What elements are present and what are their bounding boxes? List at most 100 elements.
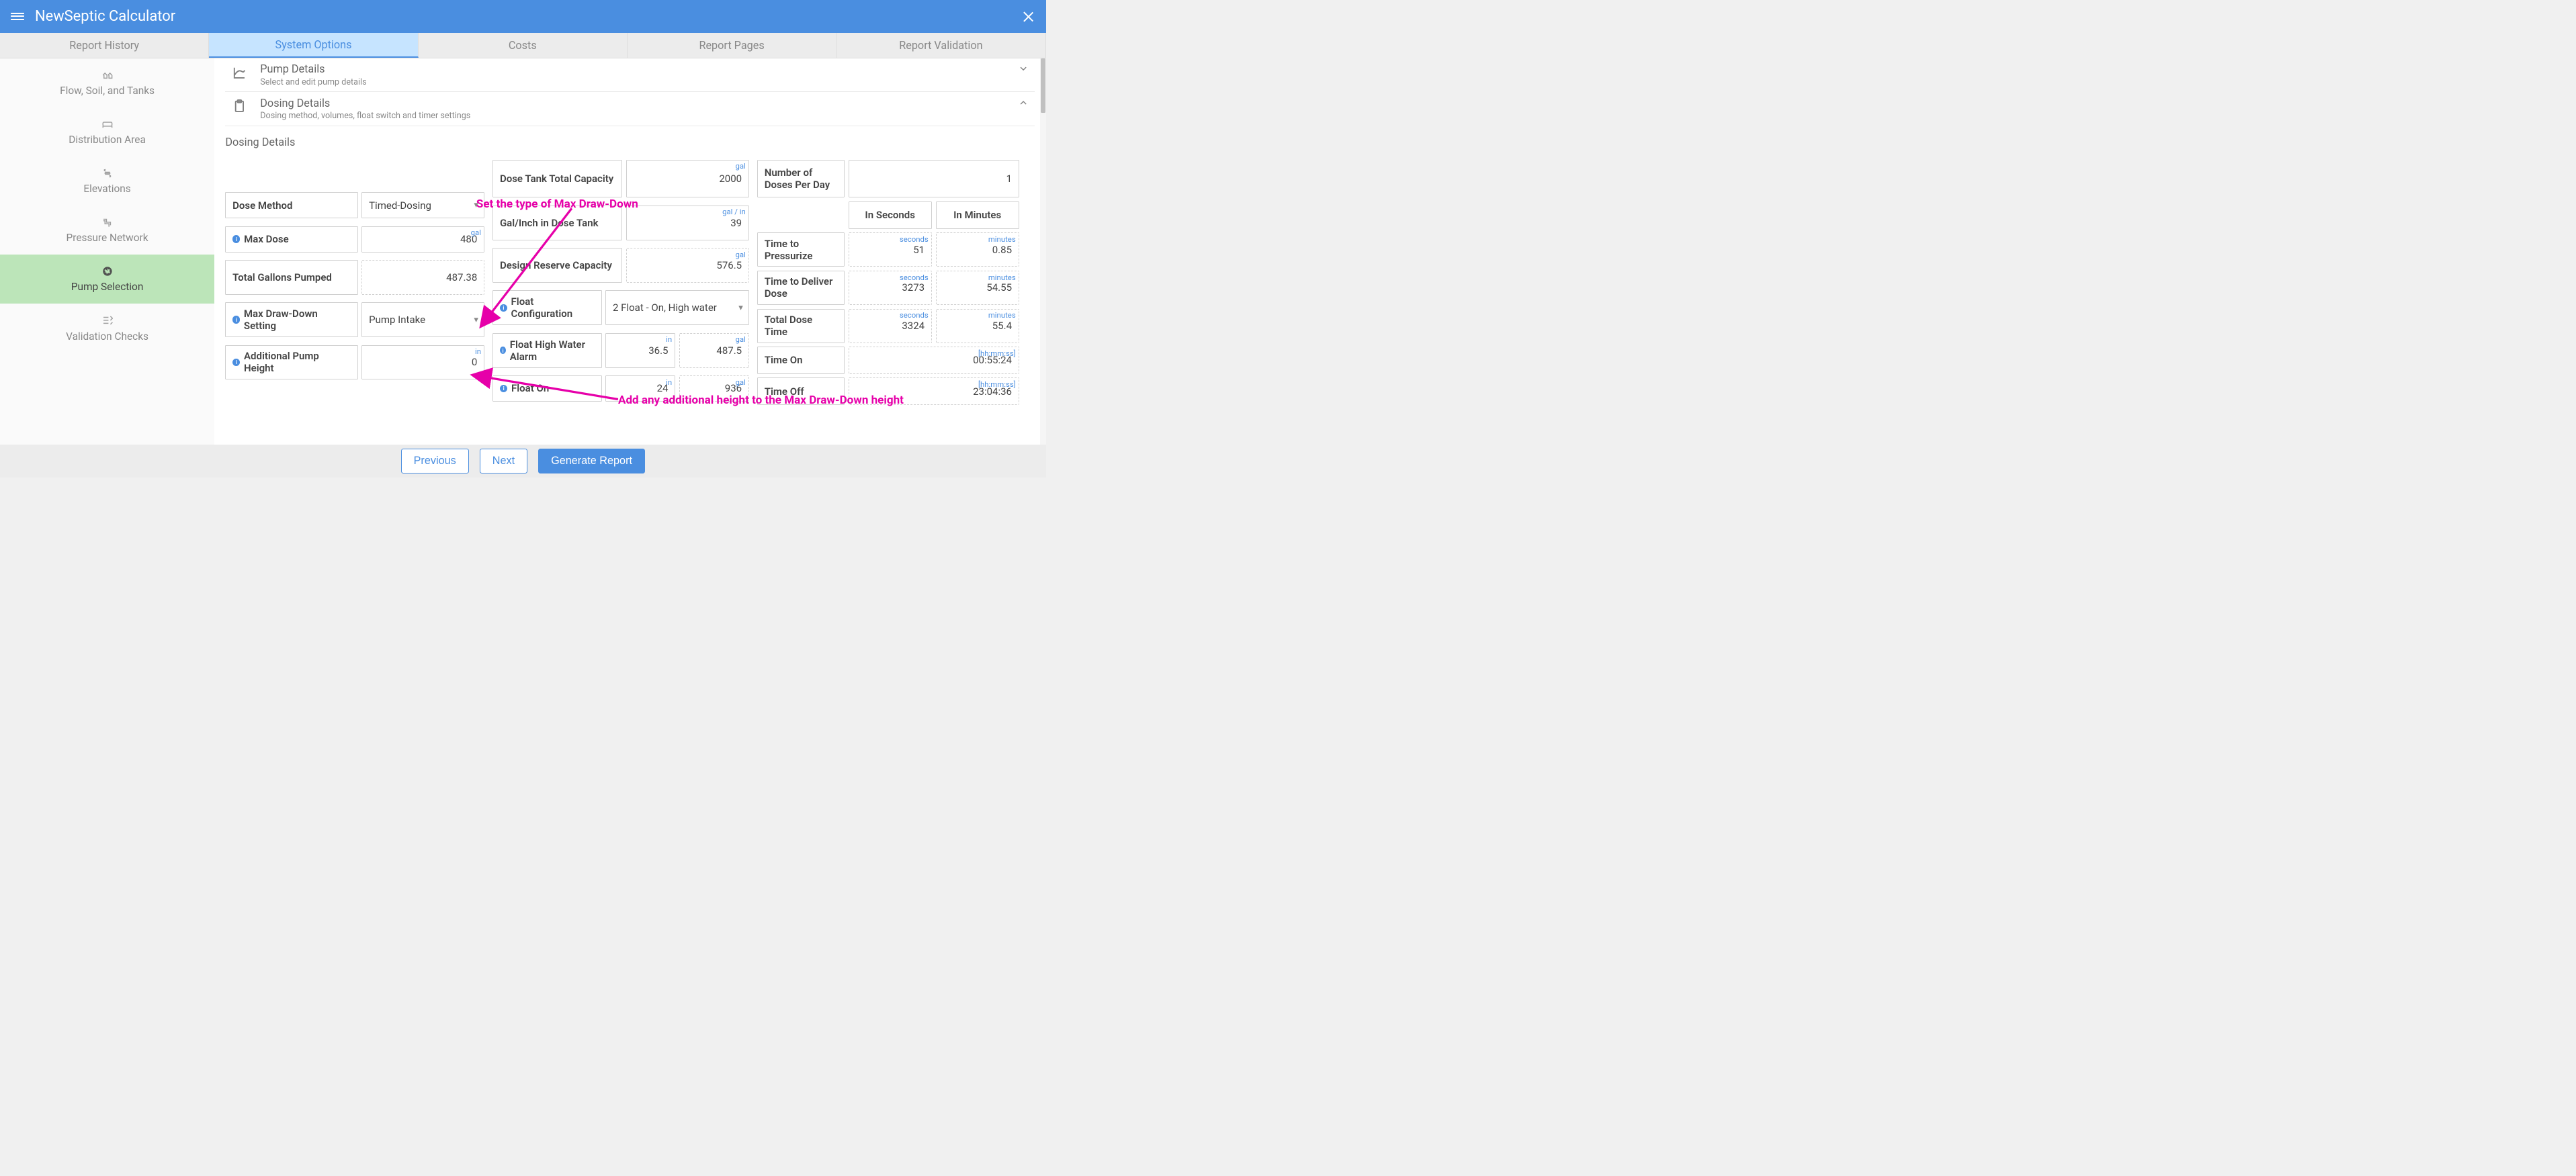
row-float-on: iFloat On in24 gal936 — [492, 375, 749, 402]
row-total-gallons-pumped: Total Gallons Pumped 487.38 — [225, 260, 484, 295]
label-float-on: iFloat On — [492, 375, 601, 402]
input-float-high-in[interactable]: in36.5 — [605, 333, 675, 368]
pipe-icon — [101, 216, 114, 228]
footer-bar: Previous Next Generate Report — [0, 445, 1046, 478]
time-grid: Number of Doses Per Day 1 In Seconds In … — [757, 160, 1019, 406]
chevron-up-icon[interactable] — [1017, 97, 1029, 109]
select-float-config[interactable]: 2 Float - On, High water — [605, 290, 749, 325]
panel-header-text: Dosing Details Dosing method, volumes, f… — [260, 97, 470, 121]
select-dose-method[interactable]: Timed-Dosing — [361, 192, 484, 218]
sidebar-item-label: Flow, Soil, and Tanks — [60, 85, 155, 97]
row-dose-tank-capacity: Dose Tank Total Capacity gal2000 — [492, 160, 749, 198]
tab-system-options[interactable]: System Options — [209, 33, 418, 58]
input-max-dose[interactable]: gal480 — [361, 226, 484, 253]
label-dose-method: Dose Method — [225, 192, 357, 218]
label-max-dose: iMax Dose — [225, 226, 357, 253]
row-max-drawdown-setting: iMax Draw-Down Setting Pump Intake — [225, 302, 484, 337]
header-in-seconds: In Seconds — [849, 201, 932, 229]
value-design-reserve: gal576.5 — [626, 248, 749, 283]
panel-subtitle: Select and edit pump details — [260, 77, 366, 87]
tab-bar: Report History System Options Costs Repo… — [0, 33, 1046, 58]
value-float-high-gal: gal487.5 — [679, 333, 749, 368]
panel-dosing-details[interactable]: Dosing Details Dosing method, volumes, f… — [225, 92, 1035, 126]
row-float-config: iFloat Configuration 2 Float - On, High … — [492, 290, 749, 325]
tab-report-pages[interactable]: Report Pages — [628, 33, 836, 58]
label-float-high: iFloat High Water Alarm — [492, 333, 601, 368]
dosing-col-3: Number of Doses Per Day 1 In Seconds In … — [757, 160, 1019, 406]
pump-icon — [101, 265, 114, 277]
scrollbar[interactable] — [1040, 58, 1046, 445]
chevron-down-icon[interactable] — [1017, 62, 1029, 75]
sidebar-item-label: Validation Checks — [66, 330, 148, 343]
sidebar-item-label: Distribution Area — [69, 134, 146, 146]
input-num-doses[interactable]: 1 — [849, 160, 1019, 198]
app-title: NewSeptic Calculator — [35, 8, 175, 25]
sidebar-item-label: Pressure Network — [67, 232, 148, 244]
value-total-gallons: 487.38 — [361, 260, 484, 295]
info-icon[interactable]: i — [232, 316, 240, 323]
sidebar: Flow, Soil, and Tanks Distribution Area … — [0, 58, 214, 445]
app-header: NewSeptic Calculator — [0, 0, 1046, 33]
close-icon[interactable] — [1022, 10, 1035, 23]
value-time-deliver-sec: seconds3273 — [849, 271, 932, 305]
value-time-off: [hh:mm:ss]23:04:36 — [849, 377, 1019, 405]
sidebar-item-pressure-network[interactable]: Pressure Network — [0, 206, 214, 255]
elevation-icon — [101, 167, 114, 179]
label-addl-pump-height: iAdditional Pump Height — [225, 345, 357, 380]
label-time-deliver: Time to Deliver Dose — [757, 271, 845, 305]
label-design-reserve: Design Reserve Capacity — [492, 248, 622, 283]
sidebar-item-validation-checks[interactable]: Validation Checks — [0, 304, 214, 353]
value-time-pressurize-sec: seconds51 — [849, 232, 932, 267]
tab-report-history[interactable]: Report History — [0, 33, 209, 58]
info-icon[interactable]: i — [500, 385, 507, 392]
clipboard-icon — [230, 97, 248, 115]
house-icon — [101, 69, 114, 81]
label-num-doses: Number of Doses Per Day — [757, 160, 845, 198]
row-float-high-water: iFloat High Water Alarm in36.5 gal487.5 — [492, 333, 749, 368]
label-dose-tank: Dose Tank Total Capacity — [492, 160, 622, 198]
info-icon[interactable]: i — [500, 304, 507, 312]
input-float-on-in[interactable]: in24 — [605, 375, 675, 402]
sidebar-item-pump-selection[interactable]: Pump Selection — [0, 255, 214, 304]
dosing-col-1: Dose Method Timed-Dosing iMax Dose gal48… — [225, 192, 484, 379]
input-dose-tank[interactable]: gal2000 — [626, 160, 749, 198]
label-total-gallons: Total Gallons Pumped — [225, 260, 357, 295]
label-gal-inch: Gal/Inch in Dose Tank — [492, 206, 622, 240]
row-gal-inch: Gal/Inch in Dose Tank gal / in39 — [492, 206, 749, 240]
dosing-columns: Dose Method Timed-Dosing iMax Dose gal48… — [225, 160, 1035, 406]
value-float-on-gal: gal936 — [679, 375, 749, 402]
label-time-on: Time On — [757, 347, 845, 374]
value-time-on: [hh:mm:ss]00:55:24 — [849, 347, 1019, 374]
info-icon[interactable]: i — [232, 235, 240, 242]
sidebar-item-elevations[interactable]: Elevations — [0, 156, 214, 206]
menu-icon[interactable] — [11, 10, 24, 23]
generate-report-button[interactable]: Generate Report — [538, 449, 645, 473]
next-button[interactable]: Next — [480, 449, 527, 473]
panel-pump-details[interactable]: Pump Details Select and edit pump detail… — [225, 58, 1035, 92]
header-in-minutes: In Minutes — [936, 201, 1019, 229]
panel-subtitle: Dosing method, volumes, float switch and… — [260, 111, 470, 121]
label-total-dose-time: Total Dose Time — [757, 309, 845, 343]
input-gal-inch[interactable]: gal / in39 — [626, 206, 749, 240]
main-area: Flow, Soil, and Tanks Distribution Area … — [0, 58, 1046, 445]
scrollbar-thumb[interactable] — [1041, 58, 1045, 113]
row-max-dose: iMax Dose gal480 — [225, 226, 484, 253]
tab-report-validation[interactable]: Report Validation — [836, 33, 1045, 58]
label-time-pressurize: Time to Pressurize — [757, 232, 845, 267]
previous-button[interactable]: Previous — [401, 449, 469, 473]
row-additional-pump-height: iAdditional Pump Height in0 — [225, 345, 484, 380]
panel-header-text: Pump Details Select and edit pump detail… — [260, 62, 366, 87]
input-addl-pump-height[interactable]: in0 — [361, 345, 484, 380]
sidebar-item-flow-soil-tanks[interactable]: Flow, Soil, and Tanks — [0, 58, 214, 107]
dosing-col-2: Dose Tank Total Capacity gal2000 Gal/Inc… — [492, 160, 749, 402]
info-icon[interactable]: i — [500, 347, 506, 354]
checklist-icon — [101, 314, 114, 326]
value-total-dose-min: minutes55.4 — [936, 309, 1019, 343]
tab-costs[interactable]: Costs — [419, 33, 628, 58]
value-time-deliver-min: minutes54.55 — [936, 271, 1019, 305]
info-icon[interactable]: i — [232, 359, 240, 366]
select-max-drawdown[interactable]: Pump Intake — [361, 302, 484, 337]
chart-icon — [230, 64, 248, 81]
panel-title: Dosing Details — [260, 97, 470, 109]
sidebar-item-distribution-area[interactable]: Distribution Area — [0, 107, 214, 156]
